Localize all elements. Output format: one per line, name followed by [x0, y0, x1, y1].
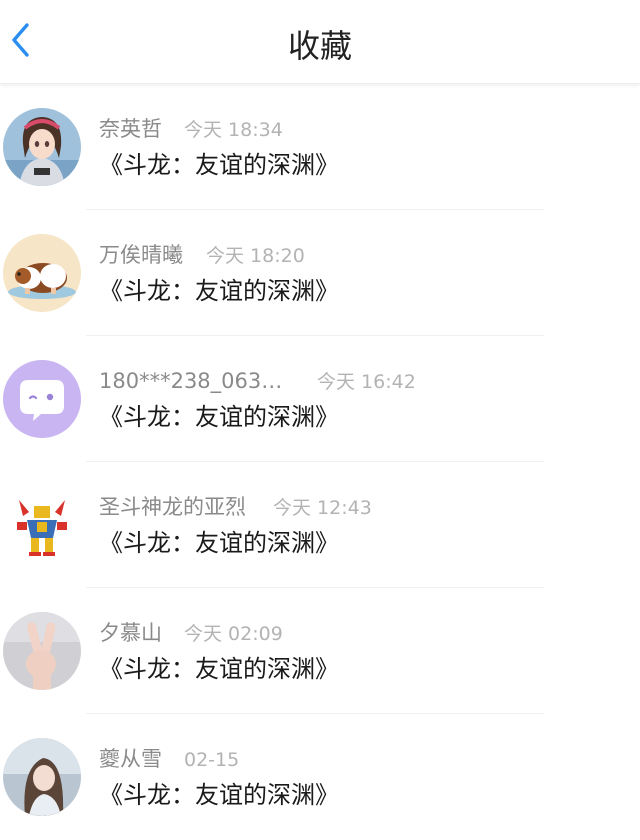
timestamp: 今天 12:43 — [273, 497, 372, 519]
list-item[interactable]: 圣斗神龙的亚烈 今天 12:43 《斗龙：友谊的深渊》 — [0, 462, 640, 588]
robot-dragon-avatar[interactable] — [3, 486, 81, 564]
user-name[interactable]: 180***238_063… — [99, 367, 282, 395]
timestamp: 今天 02:09 — [184, 623, 283, 645]
favorites-list: 奈英哲 今天 18:34 《斗龙：友谊的深渊》 万俟晴曦 今天 18:20 《斗… — [0, 84, 640, 840]
list-item[interactable]: 180***238_063… 今天 16:42 《斗龙：友谊的深渊》 — [0, 336, 640, 462]
user-name[interactable]: 夔从雪 — [99, 745, 162, 773]
guinea-pig-avatar[interactable] — [3, 234, 81, 312]
list-item[interactable]: 夔从雪 02-15 《斗龙：友谊的深渊》 — [0, 714, 640, 840]
timestamp: 今天 16:42 — [317, 371, 416, 393]
favorite-title[interactable]: 《斗龙：友谊的深渊》 — [99, 148, 339, 182]
timestamp: 02-15 — [184, 749, 240, 771]
favorite-title[interactable]: 《斗龙：友谊的深渊》 — [99, 400, 339, 434]
list-item[interactable]: 奈英哲 今天 18:34 《斗龙：友谊的深渊》 — [0, 84, 640, 210]
list-item[interactable]: 万俟晴曦 今天 18:20 《斗龙：友谊的深渊》 — [0, 210, 640, 336]
favorite-title[interactable]: 《斗龙：友谊的深渊》 — [99, 274, 339, 308]
user-name[interactable]: 圣斗神龙的亚烈 — [99, 493, 246, 521]
favorite-title[interactable]: 《斗龙：友谊的深渊》 — [99, 652, 339, 686]
timestamp: 今天 18:20 — [206, 245, 305, 267]
chat-bubble-avatar[interactable] — [3, 360, 81, 438]
anime-girl-avatar[interactable] — [3, 108, 81, 186]
page-title: 收藏 — [287, 27, 352, 65]
favorite-title[interactable]: 《斗龙：友谊的深渊》 — [99, 526, 339, 560]
user-name[interactable]: 奈英哲 — [99, 115, 162, 143]
peace-hand-avatar[interactable] — [3, 612, 81, 690]
top-nav-bar: 收藏 — [0, 0, 640, 84]
list-item[interactable]: 夕慕山 今天 02:09 《斗龙：友谊的深渊》 — [0, 588, 640, 714]
favorite-title[interactable]: 《斗龙：友谊的深渊》 — [99, 778, 339, 812]
timestamp: 今天 18:34 — [184, 119, 283, 141]
user-name[interactable]: 万俟晴曦 — [99, 241, 183, 269]
user-name[interactable]: 夕慕山 — [99, 619, 162, 647]
girl-photo-avatar[interactable] — [3, 738, 81, 816]
